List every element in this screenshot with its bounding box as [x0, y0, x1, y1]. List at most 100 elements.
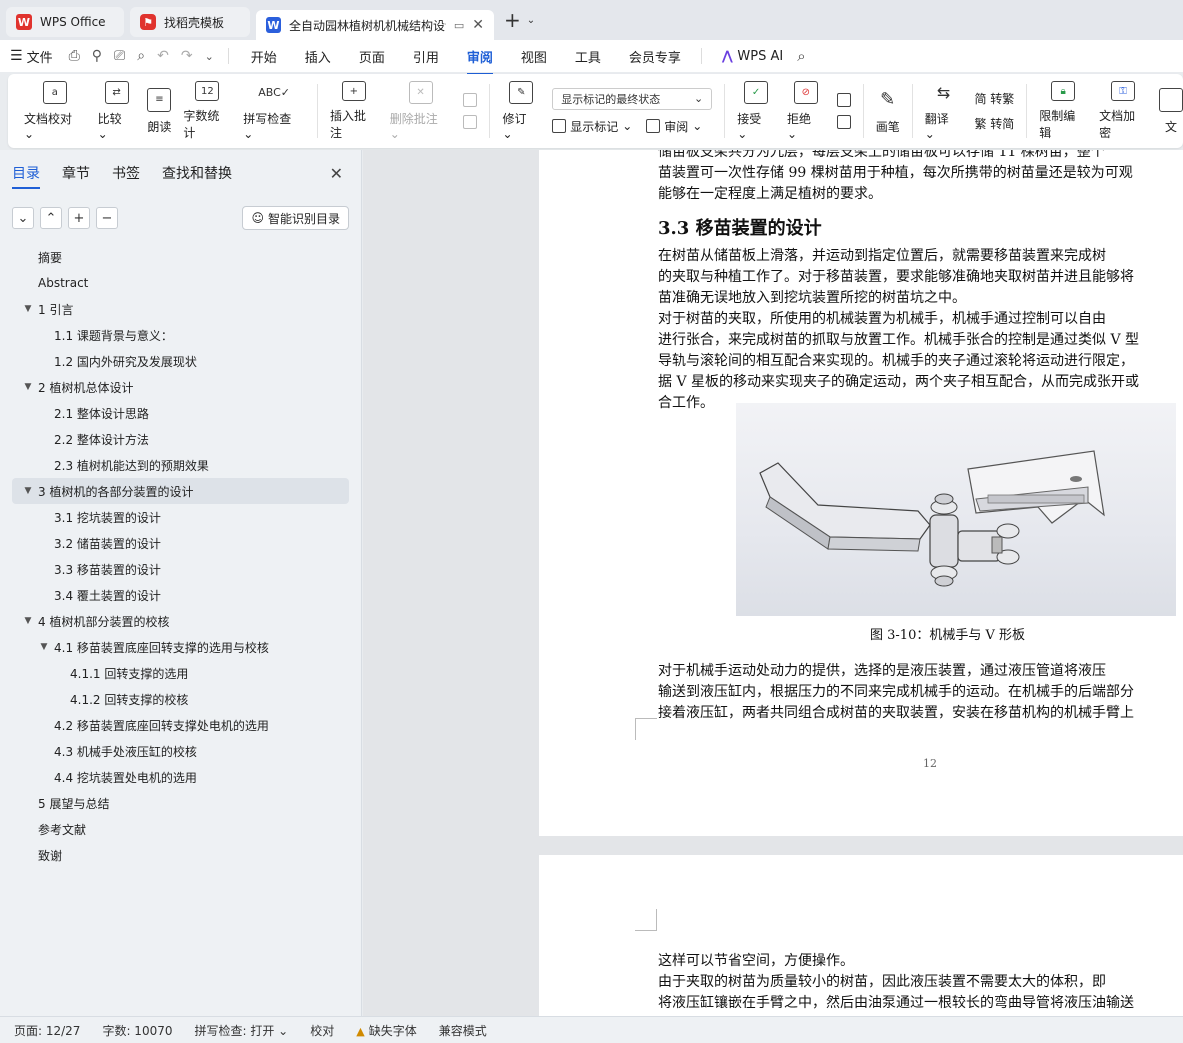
tab-toc[interactable]: 目录: [12, 163, 40, 189]
redo-icon[interactable]: ↷: [181, 48, 193, 64]
review-pane-button[interactable]: 审阅 ⌄: [646, 118, 702, 135]
toc-item[interactable]: 1.1 课题背景与意义：: [0, 322, 361, 348]
word-count-indicator[interactable]: 字数: 10070: [102, 1022, 172, 1039]
markup-mode-select[interactable]: 显示标记的最终状态 ⌄: [552, 87, 713, 110]
menu-start[interactable]: 开始: [237, 47, 291, 66]
undo-icon[interactable]: ↶: [157, 48, 169, 64]
collapse-toggle-icon[interactable]: ▼: [22, 616, 34, 626]
tab-find-replace[interactable]: 查找和替换: [162, 163, 232, 183]
read-aloud-button[interactable]: ≡ 朗读: [141, 81, 177, 141]
word-count-button[interactable]: 12 字数统计: [177, 81, 237, 141]
toc-item[interactable]: ▼ 4.1 移苗装置底座回转支撑的选用与校核: [0, 634, 361, 660]
ai-icon: ⋀: [721, 48, 738, 64]
tab-chapters[interactable]: 章节: [62, 163, 90, 183]
menu-insert[interactable]: 插入: [291, 47, 345, 66]
tab-docer[interactable]: ⚑ 找稻壳模板: [130, 7, 250, 37]
proof-indicator[interactable]: 校对: [310, 1022, 334, 1039]
page-indicator[interactable]: 页面: 12/27: [14, 1022, 80, 1039]
toc-item[interactable]: 摘要: [0, 244, 361, 270]
toc-item[interactable]: ▼ 1 引言: [0, 296, 361, 322]
writer-icon: W: [266, 17, 281, 33]
toc-item[interactable]: 5 展望与总结: [0, 790, 361, 816]
toc-item[interactable]: Abstract: [0, 270, 361, 296]
next-change-button[interactable]: [836, 115, 851, 129]
compare-button[interactable]: ⇄ 比较 ⌄: [92, 81, 142, 141]
spell-check-toggle[interactable]: 拼写检查: 打开 ⌄: [195, 1022, 289, 1039]
toc-item[interactable]: 2.3 植树机能达到的预期效果: [0, 452, 361, 478]
menu-references[interactable]: 引用: [399, 47, 453, 66]
insert-comment-button[interactable]: + 插入批注: [324, 81, 384, 141]
search-icon[interactable]: ⌕: [797, 47, 805, 65]
reject-button[interactable]: ⊘ 拒绝 ⌄: [781, 81, 831, 141]
toc-item[interactable]: 4.1.2 回转支撑的校核: [0, 686, 361, 712]
chevron-down-icon[interactable]: ⌄: [527, 15, 535, 26]
next-comment-button[interactable]: [463, 115, 478, 129]
menu-wps-ai[interactable]: ⋀ WPS AI: [708, 49, 797, 64]
menu-tools[interactable]: 工具: [561, 47, 615, 66]
toc-item[interactable]: 2.2 整体设计方法: [0, 426, 361, 452]
chevron-down-icon[interactable]: ⌄: [12, 207, 34, 229]
hamburger-icon[interactable]: ☰: [10, 48, 23, 64]
tab-wps-office[interactable]: W WPS Office: [6, 7, 124, 37]
toc-item[interactable]: 4.3 机械手处液压缸的校核: [0, 738, 361, 764]
print-preview-icon[interactable]: ⌕: [137, 48, 145, 64]
tab-bookmarks[interactable]: 书签: [112, 163, 140, 183]
missing-font-indicator[interactable]: ▲ 缺失字体: [356, 1022, 416, 1039]
smart-toc-button[interactable]: ☺ 智能识别目录: [242, 206, 349, 230]
toc-item[interactable]: 1.2 国内外研究及发展现状: [0, 348, 361, 374]
menu-page[interactable]: 页面: [345, 47, 399, 66]
screen-icon[interactable]: ▭: [454, 19, 464, 32]
close-icon[interactable]: ✕: [330, 164, 343, 183]
toc-item[interactable]: ▼ 3 植树机的各部分装置的设计: [12, 478, 349, 504]
collapse-toggle-icon[interactable]: ▼: [22, 382, 34, 392]
toc-item[interactable]: 4.1.1 回转支撑的选用: [0, 660, 361, 686]
revise-button[interactable]: ✎ 修订 ⌄: [496, 81, 546, 141]
nav-tabs: 目录 章节 书签 查找和替换: [0, 150, 361, 196]
toc-item[interactable]: ▼ 4 植树机部分装置的校核: [0, 608, 361, 634]
menu-view[interactable]: 视图: [507, 47, 561, 66]
close-icon[interactable]: ✕: [472, 17, 484, 33]
ink-button[interactable]: ✎ 画笔: [870, 81, 906, 141]
to-traditional-button[interactable]: 简 转繁: [974, 90, 1014, 107]
new-tab-icon[interactable]: +: [504, 8, 521, 32]
translate-button[interactable]: ⇆ 翻译 ⌄: [919, 81, 969, 141]
toc-item[interactable]: 4.4 挖坑装置处电机的选用: [0, 764, 361, 790]
toc-item[interactable]: 3.4 覆土装置的设计: [0, 582, 361, 608]
toc-item[interactable]: 3.2 储苗装置的设计: [0, 530, 361, 556]
tab-document[interactable]: W 全自动园林植树机机械结构设计 ▭ ✕: [256, 10, 494, 40]
plus-icon[interactable]: +: [68, 207, 90, 229]
accept-button[interactable]: ✓ 接受 ⌄: [731, 81, 781, 141]
toc-item[interactable]: 参考文献: [0, 816, 361, 842]
collapse-toggle-icon[interactable]: ▼: [22, 486, 34, 496]
toc-item[interactable]: 3.1 挖坑装置的设计: [0, 504, 361, 530]
show-markup-button[interactable]: 显示标记 ⌄: [552, 118, 632, 135]
toc-item[interactable]: ▼ 2 植树机总体设计: [0, 374, 361, 400]
menu-member[interactable]: 会员专享: [615, 47, 695, 66]
chevron-up-icon[interactable]: ⌃: [40, 207, 62, 229]
doc-check-button[interactable]: a 文档校对 ⌄: [18, 81, 92, 141]
restrict-edit-button[interactable]: 🔒︎ 限制编辑: [1033, 81, 1093, 141]
to-simplified-button[interactable]: 繁 转简: [974, 115, 1014, 132]
chevron-down-icon[interactable]: ⌄: [205, 50, 214, 63]
toc-item[interactable]: 4.2 移苗装置底座回转支撑处电机的选用: [0, 712, 361, 738]
toc-item[interactable]: 3.3 移苗装置的设计: [0, 556, 361, 582]
minus-icon[interactable]: −: [96, 207, 118, 229]
save-icon[interactable]: ⎙: [69, 48, 80, 64]
ribbon-divider: [1026, 84, 1028, 138]
more-ribbon-button[interactable]: 文: [1153, 81, 1183, 141]
toc-item[interactable]: 2.1 整体设计思路: [0, 400, 361, 426]
toc-item[interactable]: 致谢: [0, 842, 361, 868]
collapse-toggle-icon[interactable]: ▼: [22, 304, 34, 314]
delete-comment-button[interactable]: ✕ 删除批注 ⌄: [384, 81, 458, 141]
collapse-toggle-icon[interactable]: ▼: [38, 642, 50, 652]
figure-caption: 图 3-10：机械手与 V 形板: [870, 628, 1025, 643]
prev-comment-button[interactable]: [463, 93, 478, 107]
file-menu[interactable]: 文件: [27, 47, 53, 66]
encrypt-button[interactable]: ⚿ 文档加密: [1093, 81, 1153, 141]
menu-review[interactable]: 审阅: [453, 47, 507, 75]
spell-check-button[interactable]: ABC✓ 拼写检查 ⌄: [237, 81, 311, 141]
prev-change-button[interactable]: [836, 93, 851, 107]
share-icon[interactable]: ⚲: [92, 48, 102, 64]
print-icon[interactable]: ⎚: [114, 48, 125, 64]
doc-check-label: 文档校对 ⌄: [24, 112, 73, 141]
